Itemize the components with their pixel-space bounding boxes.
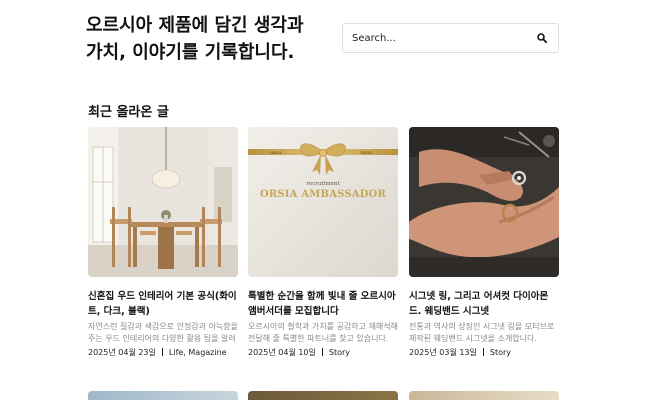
next-post-thumbnail-peek[interactable] (88, 391, 238, 400)
post-category[interactable]: Life, Magazine (169, 348, 227, 357)
post-title[interactable]: 특별한 순간을 함께 빛내 줄 오르시아 앰버서더를 모집합니다 (248, 289, 398, 319)
meta-divider (161, 348, 163, 356)
post-excerpt: 자연스런 질감과 색감으로 안정감과 아늑함을 주는 우드 인테리어의 다양한 … (88, 322, 238, 343)
post-excerpt: 전통과 역사의 상징인 시그넷 링을 모티브로 제작된 웨딩밴드 시그넷을 소개… (409, 322, 555, 343)
page-title-line-1: 오르시아 제품에 담긴 생각과 (86, 15, 304, 36)
next-post-thumbnail-peek[interactable] (248, 391, 398, 400)
post-thumbnail-ambassador[interactable] (248, 127, 398, 277)
post-title[interactable]: 신혼집 우드 인테리어 기본 공식(화이트, 다크, 블랙) (88, 289, 238, 319)
post-excerpt: 오르시아의 철학과 가치를 공감하고 재해석해 전달해 줄 특별한 파트너를 찾… (248, 322, 398, 343)
post-thumbnail-rings[interactable] (409, 127, 559, 277)
post-card[interactable]: 신혼집 우드 인테리어 기본 공식(화이트, 다크, 블랙) 자연스런 질감과 … (88, 127, 238, 359)
post-category[interactable]: Story (490, 348, 511, 357)
post-thumbnail-dining-room[interactable] (88, 127, 238, 277)
search-icon[interactable] (536, 32, 548, 44)
meta-divider (321, 348, 323, 356)
post-date: 2025년 03월 13일 (409, 348, 477, 357)
post-category[interactable]: Story (329, 348, 350, 357)
meta-divider (482, 348, 484, 356)
post-card[interactable]: 시그넷 링, 그리고 어셔컷 다이아몬드. 웨딩밴드 시그넷 전통과 역사의 상… (409, 127, 559, 359)
post-title[interactable]: 시그넷 링, 그리고 어셔컷 다이아몬드. 웨딩밴드 시그넷 (409, 289, 559, 319)
post-meta: 2025년 04월 23일 Life, Magazine (88, 347, 238, 359)
post-meta: 2025년 03월 13일 Story (409, 347, 559, 359)
next-post-thumbnail-peek[interactable] (409, 391, 559, 400)
search-input[interactable] (352, 32, 536, 44)
post-date: 2025년 04월 23일 (88, 348, 156, 357)
post-card[interactable]: 특별한 순간을 함께 빛내 줄 오르시아 앰버서더를 모집합니다 오르시아의 철… (248, 127, 398, 359)
search-box (342, 23, 559, 53)
post-meta: 2025년 04월 10일 Story (248, 347, 398, 359)
post-date: 2025년 04월 10일 (248, 348, 316, 357)
page-title: 오르시아 제품에 담긴 생각과 가치, 이야기를 기록합니다. (86, 12, 326, 66)
page-title-line-2: 가치, 이야기를 기록합니다. (86, 42, 295, 63)
section-title: 최근 올라온 글 (88, 105, 169, 120)
